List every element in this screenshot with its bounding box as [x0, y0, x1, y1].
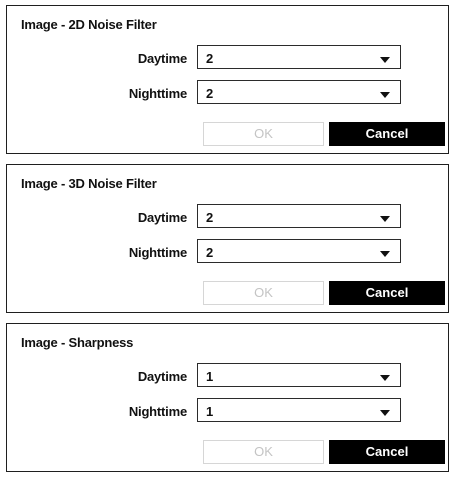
daytime-value: 2 [206, 51, 214, 66]
daytime-value: 2 [206, 210, 214, 225]
nighttime-select[interactable]: 2 [197, 239, 401, 263]
nighttime-value: 1 [206, 404, 214, 419]
chevron-down-icon [380, 216, 390, 222]
cancel-button[interactable]: Cancel [329, 122, 445, 146]
nighttime-label: Nighttime [128, 245, 187, 260]
chevron-down-icon [380, 375, 390, 381]
nighttime-label: Nighttime [128, 404, 187, 419]
dialog-title: Image - 2D Noise Filter [21, 17, 157, 32]
nighttime-select[interactable]: 2 [197, 80, 401, 104]
nighttime-value: 2 [206, 86, 214, 101]
chevron-down-icon [380, 92, 390, 98]
noise-filter-3d-dialog: Image - 3D Noise Filter Daytime 2 Nightt… [6, 164, 449, 313]
daytime-select[interactable]: 2 [197, 45, 401, 69]
daytime-value: 1 [206, 369, 214, 384]
cancel-button[interactable]: Cancel [329, 281, 445, 305]
ok-button[interactable]: OK [203, 122, 324, 146]
daytime-label: Daytime [137, 210, 187, 225]
chevron-down-icon [380, 251, 390, 257]
sharpness-dialog: Image - Sharpness Daytime 1 Nighttime 1 … [6, 323, 449, 472]
chevron-down-icon [380, 57, 390, 63]
nighttime-value: 2 [206, 245, 214, 260]
nighttime-label: Nighttime [128, 86, 187, 101]
daytime-select[interactable]: 2 [197, 204, 401, 228]
daytime-label: Daytime [137, 51, 187, 66]
ok-button[interactable]: OK [203, 281, 324, 305]
cancel-button[interactable]: Cancel [329, 440, 445, 464]
nighttime-select[interactable]: 1 [197, 398, 401, 422]
ok-button[interactable]: OK [203, 440, 324, 464]
noise-filter-2d-dialog: Image - 2D Noise Filter Daytime 2 Nightt… [6, 5, 449, 154]
daytime-select[interactable]: 1 [197, 363, 401, 387]
chevron-down-icon [380, 410, 390, 416]
dialog-title: Image - Sharpness [21, 335, 134, 350]
dialog-title: Image - 3D Noise Filter [21, 176, 157, 191]
daytime-label: Daytime [137, 369, 187, 384]
